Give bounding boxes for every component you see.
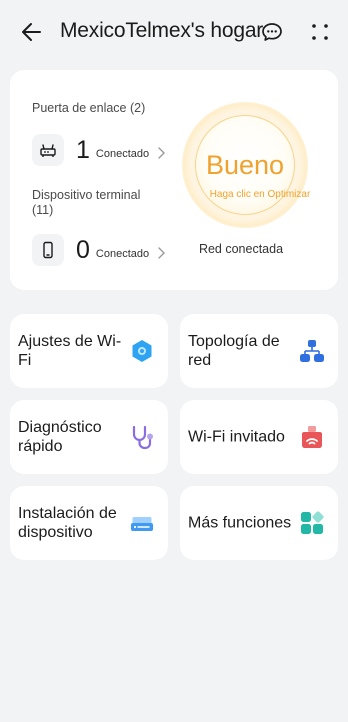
optimize-hint: Haga clic en Optimizar [209, 189, 311, 200]
stethoscope-icon [132, 425, 153, 450]
arrow-left-icon[interactable] [18, 18, 46, 46]
top-bar: MexicoTelmex's hogar [0, 0, 348, 64]
tile-quick-diagnosis[interactable]: Diagnóstico rápido [10, 400, 168, 474]
device-install-icon [131, 517, 153, 531]
topology-icon [300, 340, 324, 362]
tile-device-installation[interactable]: Instalación de dispositivo [10, 486, 168, 560]
gateway-row[interactable]: 1 Conectado [32, 134, 166, 166]
router-icon [32, 134, 64, 166]
terminal-count: 0 [76, 236, 90, 264]
tile-guest-wifi[interactable]: Wi-Fi invitado [180, 400, 338, 474]
quality-circle: Bueno Haga clic en Optimizar [195, 115, 310, 215]
more-functions-icon [301, 511, 324, 534]
tile-label: Diagnóstico rápido [18, 419, 102, 455]
tile-label: Ajustes de Wi-Fi [18, 333, 122, 369]
tile-label: Instalación de dispositivo [18, 505, 117, 541]
optimize-button[interactable]: Bueno Haga clic en Optimizar [182, 102, 310, 228]
guest-wifi-icon [302, 426, 322, 448]
chat-bubble-icon[interactable] [260, 20, 284, 44]
terminal-row[interactable]: 0 Conectado [32, 234, 166, 266]
gateway-status: Conectado [95, 148, 150, 160]
wifi-settings-icon [132, 340, 152, 362]
tile-label: Topología de red [188, 333, 280, 369]
network-status: Red conectada [198, 242, 284, 256]
tile-more-functions[interactable]: Más funciones [180, 486, 338, 560]
page-title: MexicoTelmex's hogar [60, 19, 264, 42]
terminal-status: Conectado [95, 248, 150, 260]
phone-icon [32, 234, 64, 266]
chevron-right-icon [158, 147, 166, 159]
network-status-card: Puerta de enlace (2) 1 Conectado Disposi… [10, 70, 338, 290]
tile-network-topology[interactable]: Topología de red [180, 314, 338, 388]
more-dots-icon[interactable] [308, 20, 332, 44]
chevron-right-icon [158, 247, 166, 259]
gateway-label: Puerta de enlace (2) [32, 101, 146, 115]
tile-wifi-settings[interactable]: Ajustes de Wi-Fi [10, 314, 168, 388]
terminal-label: Dispositivo terminal (11) [32, 188, 141, 217]
tile-label: Más funciones [188, 514, 292, 532]
gateway-count: 1 [76, 136, 90, 164]
tile-label: Wi-Fi invitado [188, 428, 285, 446]
quality-rating: Bueno [205, 150, 285, 180]
